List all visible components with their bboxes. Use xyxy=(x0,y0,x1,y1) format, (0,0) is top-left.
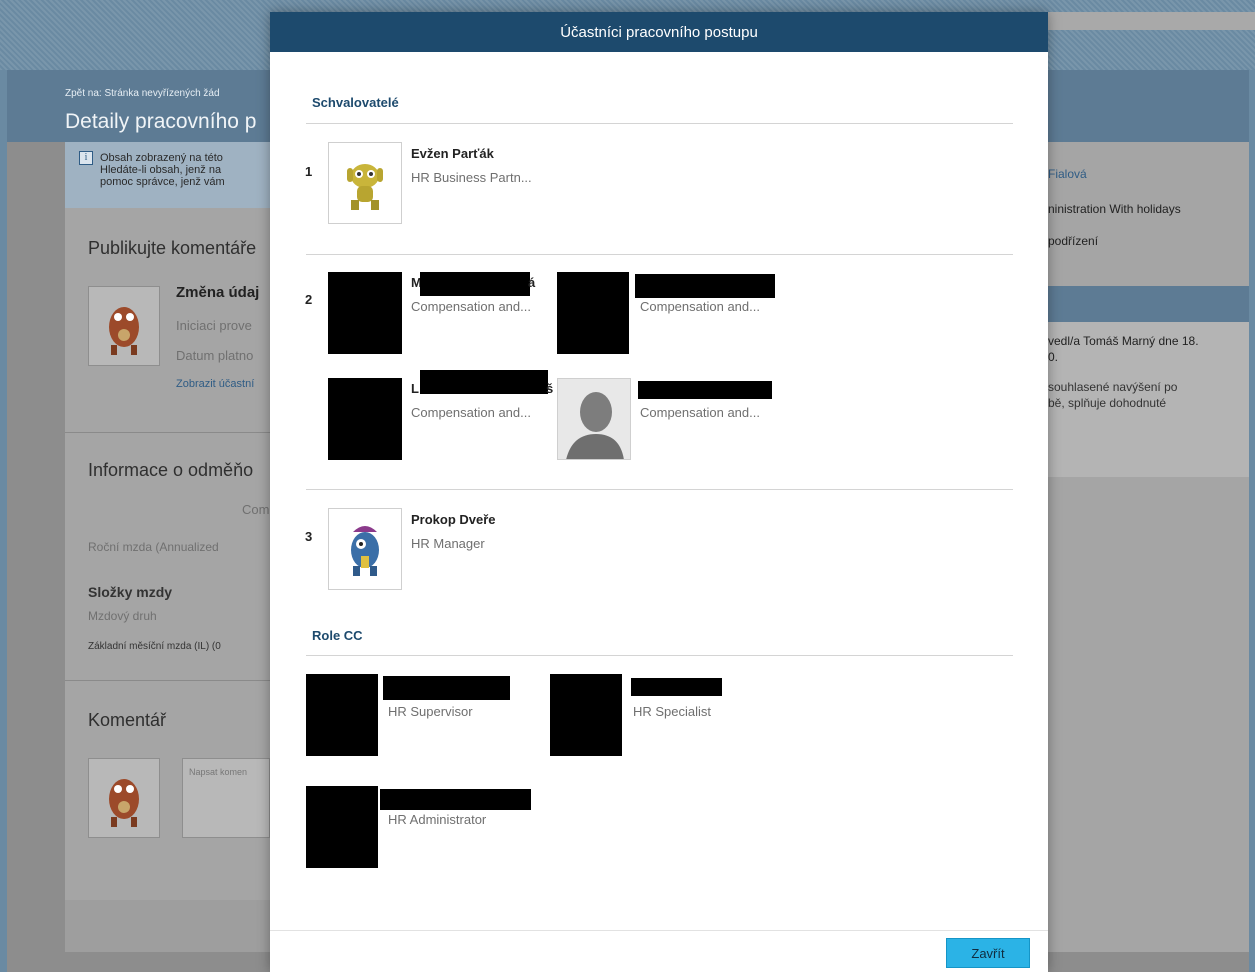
info-message-text: Obsah zobrazený na této Hledáte-li obsah… xyxy=(100,152,225,188)
monster-avatar-icon xyxy=(347,164,383,210)
step-number: 3 xyxy=(305,529,313,544)
dialog-title: Účastníci pracovního postupu xyxy=(270,12,1048,52)
cc-avatar[interactable] xyxy=(550,674,622,756)
participant-avatar[interactable] xyxy=(328,508,402,590)
section-divider xyxy=(306,254,1013,255)
section-divider xyxy=(306,123,1013,124)
participant-role: HR Business Partn... xyxy=(411,170,532,185)
page-footer xyxy=(65,900,270,952)
redacted-name xyxy=(380,789,531,810)
wage-components-heading: Složky mzdy xyxy=(88,584,173,600)
participant-avatar[interactable] xyxy=(557,378,631,460)
note-line: souhlasené navýšení po xyxy=(1048,380,1178,394)
page-right-edge xyxy=(1249,70,1255,972)
divider xyxy=(65,680,270,681)
participant-role: Compensation and... xyxy=(640,299,760,314)
note-line: bě, splňuje dohodnuté xyxy=(1048,396,1167,410)
request-card-title: Změna údaj xyxy=(176,284,260,301)
step-number: 1 xyxy=(305,164,313,179)
participant-role: Compensation and... xyxy=(411,299,531,314)
redacted-name xyxy=(420,370,548,394)
side-panel xyxy=(1048,142,1249,952)
workflow-participants-dialog: Účastníci pracovního postupu Schvalovate… xyxy=(270,12,1048,972)
participant-avatar[interactable] xyxy=(328,272,402,354)
approvers-heading: Schvalovatelé xyxy=(312,95,399,110)
cc-avatar[interactable] xyxy=(306,674,378,756)
cc-role: HR Supervisor xyxy=(388,704,473,719)
participant-role: Compensation and... xyxy=(640,405,760,420)
close-button[interactable]: Zavřít xyxy=(946,938,1030,968)
redacted-name xyxy=(638,381,772,399)
divider xyxy=(65,432,270,433)
section-divider xyxy=(306,489,1013,490)
footer-divider xyxy=(270,930,1048,931)
show-participants-link[interactable]: Zobrazit účastní xyxy=(176,378,270,390)
participant-avatar[interactable] xyxy=(328,142,402,224)
redacted-name xyxy=(635,274,775,298)
page-title: Detaily pracovního p xyxy=(65,110,257,133)
redacted-name xyxy=(383,676,510,700)
participant-avatar[interactable] xyxy=(557,272,629,354)
shell-header-strip xyxy=(1048,12,1255,30)
publish-comments-heading: Publikujte komentáře xyxy=(88,238,257,258)
request-avatar xyxy=(88,286,160,366)
request-initiator: Iniciaci prove xyxy=(176,318,252,333)
monster-avatar-icon xyxy=(351,526,379,576)
default-person-icon xyxy=(558,379,630,459)
note-line: vedl/a Tomáš Marný dne 18. xyxy=(1048,334,1199,348)
participant-name-tail: š xyxy=(546,381,554,396)
comment-heading: Komentář xyxy=(88,710,167,730)
side-panel-header xyxy=(1048,286,1249,322)
compensation-label: Com xyxy=(242,502,270,517)
base-salary-label: Základní měsíční mzda (IL) (0 xyxy=(88,641,221,652)
cc-role: HR Administrator xyxy=(388,812,487,827)
cc-roles-heading: Role CC xyxy=(312,628,363,643)
annual-salary-label: Roční mzda (Annualized xyxy=(88,540,219,554)
page-left-edge xyxy=(0,70,7,972)
cc-role: HR Specialist xyxy=(633,704,712,719)
participant-name-tail: á xyxy=(528,275,536,290)
comment-placeholder: Napsat komen xyxy=(189,767,248,777)
breadcrumb[interactable]: Zpět na: Stránka nevyřízených žád xyxy=(65,88,220,99)
comment-avatar xyxy=(88,758,160,838)
info-icon: i xyxy=(79,151,93,165)
wage-type-label: Mzdový druh xyxy=(88,609,157,623)
request-effective-date: Datum platno xyxy=(176,348,254,363)
participant-avatar[interactable] xyxy=(328,378,402,460)
step-number: 2 xyxy=(305,292,313,307)
subordinates-label: podřízení xyxy=(1048,234,1099,248)
compensation-heading: Informace o odměňo xyxy=(88,460,254,480)
note-line: 0. xyxy=(1048,350,1059,364)
manager-name[interactable]: Fialová xyxy=(1048,167,1248,181)
participant-name-initial: L xyxy=(411,381,419,396)
participant-name: Evžen Parťák xyxy=(411,146,494,161)
section-divider xyxy=(306,655,1013,656)
cc-avatar[interactable] xyxy=(306,786,378,868)
participant-name: Prokop Dveře xyxy=(411,512,496,527)
participant-role: HR Manager xyxy=(411,536,485,551)
comment-input[interactable]: Napsat komen xyxy=(182,758,270,838)
redacted-name xyxy=(420,272,530,296)
redacted-name xyxy=(631,678,722,696)
manager-detail: ninistration With holidays xyxy=(1048,202,1181,216)
participant-role: Compensation and... xyxy=(411,405,531,420)
